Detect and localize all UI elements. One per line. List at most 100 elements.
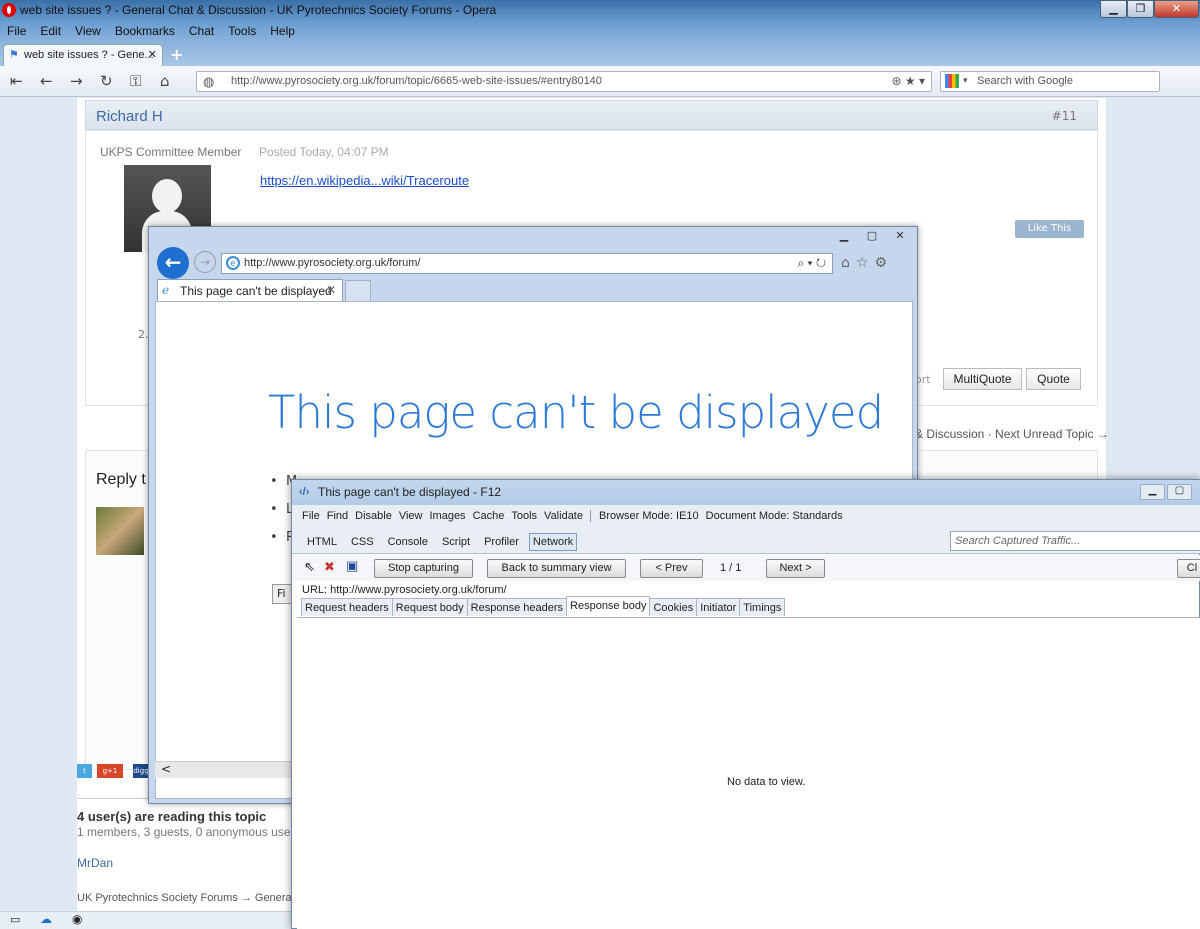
ie-home-fav-settings-icons[interactable]: ⌂☆⚙ (841, 255, 893, 271)
like-button[interactable]: Like This (1015, 220, 1084, 238)
page-count: 1 / 1 (720, 562, 742, 574)
f12-title: This page can't be displayed - F12 (318, 485, 502, 499)
ie-minimize-button[interactable]: ▁ (831, 229, 857, 246)
next-button[interactable]: Next > (766, 559, 825, 578)
reload-icon[interactable]: ↻ (100, 72, 113, 90)
scroll-left-icon[interactable]: < (161, 762, 171, 776)
browser-mode-menu[interactable]: Browser Mode: IE10 (599, 510, 699, 522)
forward-icon[interactable]: → (70, 72, 83, 90)
ie-tab[interactable]: ℯ This page can't be displayed ✕ (157, 279, 343, 301)
ie-window-controls: ▁ ▢ ✕ (829, 228, 913, 246)
tab-css[interactable]: CSS (351, 536, 374, 548)
ie-address-bar[interactable]: e http://www.pyrosociety.org.uk/forum/ ⌕… (221, 253, 833, 274)
search-dropdown-icon[interactable]: ▾ (963, 75, 968, 86)
prev-button[interactable]: < Prev (640, 559, 703, 578)
back-to-summary-button[interactable]: Back to summary view (487, 559, 626, 578)
tab-request-headers[interactable]: Request headers (301, 598, 393, 616)
ie-maximize-button[interactable]: ▢ (859, 229, 885, 246)
twitter-icon[interactable]: t (77, 764, 92, 778)
maximize-button[interactable]: ❐ (1127, 0, 1154, 18)
ie-forward-button[interactable]: → (194, 251, 216, 273)
menu-chat[interactable]: Chat (182, 22, 221, 40)
save-icon[interactable]: ▣ (346, 558, 358, 574)
key-icon[interactable]: ⚿ (130, 72, 141, 90)
tab-cookies[interactable]: Cookies (649, 598, 698, 616)
bullet-item: • L (270, 502, 294, 517)
panel-toggle-icon[interactable]: ▭ (10, 913, 20, 926)
tab-script[interactable]: Script (442, 536, 470, 548)
ie-back-button[interactable]: ← (157, 247, 189, 279)
turbo-icon[interactable]: ◉ (72, 912, 82, 926)
home-icon[interactable]: ⌂ (160, 72, 170, 90)
tab-html[interactable]: HTML (307, 536, 337, 548)
member-role: UKPS Committee Member (100, 145, 242, 159)
menu-file[interactable]: File (0, 22, 33, 40)
post-link[interactable]: https://en.wikipedia...wiki/Traceroute (260, 173, 469, 188)
ie-tab-icon: ℯ (162, 283, 170, 297)
post-number[interactable]: #11 (1052, 109, 1077, 123)
feed-star-icons[interactable]: ⊛ ★ ▾ (891, 74, 925, 88)
clear-cache-icon[interactable]: ✖ (324, 559, 335, 575)
tab-profiler[interactable]: Profiler (484, 536, 519, 548)
empty-message: No data to view. (727, 776, 806, 788)
multiquote-button[interactable]: MultiQuote (943, 368, 1022, 390)
document-mode-menu[interactable]: Document Mode: Standards (706, 510, 843, 522)
digg-icon[interactable]: digg (133, 764, 149, 778)
users-reading-detail: 1 members, 3 guests, 0 anonymous user (77, 825, 295, 839)
menu-edit[interactable]: Edit (33, 22, 68, 40)
address-bar[interactable]: ◍ http://www.pyrosociety.org.uk/forum/to… (196, 71, 932, 92)
close-tab-icon[interactable]: ✕ (148, 48, 157, 61)
opera-tab-bar: ⚑ web site issues ? - Gene... ✕ + (0, 42, 1200, 66)
back-icon[interactable]: ← (40, 72, 53, 90)
tab-initiator[interactable]: Initiator (696, 598, 741, 616)
cloud-icon[interactable]: ☁ (40, 912, 52, 926)
post-header: Richard H #11 (85, 100, 1098, 130)
f12-maximize-button[interactable]: ▢ (1167, 484, 1192, 500)
menu-tools[interactable]: Tools (221, 22, 263, 40)
ie-search-refresh-icons[interactable]: ⌕ ▾ ↻ (797, 256, 826, 271)
browser-tab[interactable]: ⚑ web site issues ? - Gene... ✕ (3, 44, 163, 66)
menu-help[interactable]: Help (263, 22, 302, 40)
close-window-button[interactable]: ✕ (1154, 0, 1199, 18)
captured-traffic-search-input[interactable]: Search Captured Traffic... (950, 531, 1200, 551)
google-plus-icon[interactable]: g+1 (97, 764, 123, 778)
rewind-icon[interactable]: ⇤ (10, 72, 23, 90)
minimize-button[interactable]: ▁ (1100, 0, 1127, 18)
tab-response-body[interactable]: Response body (566, 596, 651, 616)
f12-menu-cache[interactable]: Cache (473, 510, 505, 522)
quote-button[interactable]: Quote (1026, 368, 1081, 390)
f12-menu-find[interactable]: Find (327, 510, 348, 522)
f12-devtools-window: ‹/› This page can't be displayed - F12 ▁… (291, 479, 1200, 929)
like-label: Like This (1027, 223, 1072, 234)
post-date: Posted Today, 04:07 PM (259, 145, 389, 159)
f12-minimize-button[interactable]: ▁ (1140, 484, 1165, 500)
f12-menu-validate[interactable]: Validate (544, 510, 583, 522)
menu-bookmarks[interactable]: Bookmarks (108, 22, 182, 40)
f12-menu-file[interactable]: File (302, 510, 320, 522)
f12-menu-disable[interactable]: Disable (355, 510, 392, 522)
f12-menu-images[interactable]: Images (429, 510, 465, 522)
tab-favicon-icon: ⚑ (9, 49, 19, 61)
tab-console[interactable]: Console (388, 536, 428, 548)
ie-close-button[interactable]: ✕ (887, 229, 913, 246)
breadcrumb[interactable]: UK Pyrotechnics Society Forums → General (77, 892, 294, 904)
tab-timings[interactable]: Timings (739, 598, 786, 616)
tab-request-body[interactable]: Request body (391, 598, 468, 616)
search-input[interactable]: ▾ Search with Google (940, 71, 1160, 92)
ie-tab-close-icon[interactable]: ✕ (326, 283, 336, 297)
f12-menu-tools[interactable]: Tools (511, 510, 537, 522)
ie-horizontal-scrollbar[interactable]: < (155, 761, 295, 778)
topic-nav-links[interactable]: & Discussion · Next Unread Topic → (915, 427, 1109, 441)
stop-capturing-button[interactable]: Stop capturing (374, 559, 473, 578)
new-tab-button[interactable]: + (170, 45, 183, 64)
member-link[interactable]: MrDan (77, 856, 113, 870)
clear-button[interactable]: Cl (1177, 559, 1200, 578)
menu-view[interactable]: View (68, 22, 108, 40)
post-author[interactable]: Richard H (96, 108, 163, 125)
tab-response-headers[interactable]: Response headers (466, 598, 568, 616)
ie-new-tab-button[interactable] (345, 280, 371, 301)
tab-network[interactable]: Network (528, 533, 578, 551)
f12-menu-view[interactable]: View (399, 510, 423, 522)
select-element-icon[interactable]: ⇖ (304, 559, 315, 575)
partial-text: 2. (138, 328, 149, 341)
